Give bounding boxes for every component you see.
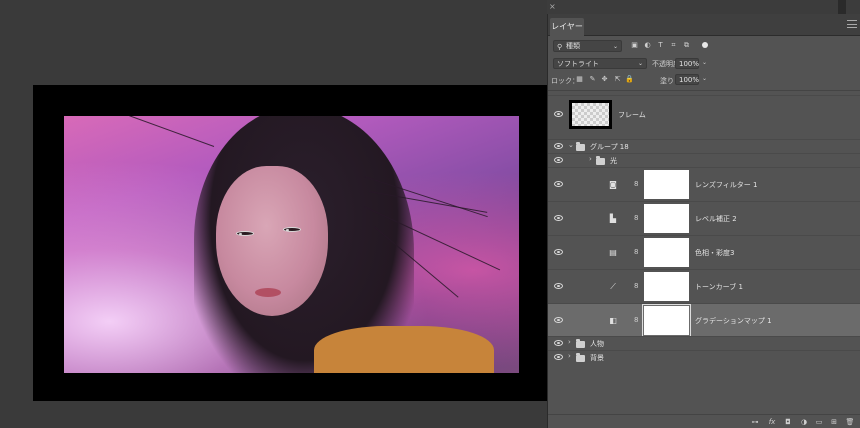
folder-icon [596, 156, 605, 165]
visibility-eye-icon[interactable] [554, 317, 563, 323]
visibility-eye-icon[interactable] [554, 111, 563, 117]
fill-field[interactable]: 100% [675, 74, 699, 85]
visibility-eye-icon[interactable] [554, 354, 563, 360]
layer-row-person[interactable]: › 人物 [548, 336, 860, 349]
new-layer-icon[interactable]: ⊞ [829, 417, 839, 427]
lock-row: ロック： ▦ ✎ ✥ ⇱ 🔒 塗り： 100% ⌄ [548, 74, 860, 88]
camera-filter-icon: ◙ [609, 180, 617, 189]
layer-row-frame[interactable]: フレーム [548, 95, 860, 132]
expand-chevron-icon[interactable]: ⌄ [568, 141, 574, 149]
visibility-eye-icon[interactable] [554, 249, 563, 255]
curves-icon: ⟋ [610, 282, 616, 291]
adjustment-filter-icon[interactable]: ◐ [643, 41, 652, 50]
layer-name[interactable]: グループ 18 [590, 142, 629, 152]
adjustment-icon[interactable]: ◑ [799, 417, 809, 427]
blend-mode-value: ソフトライト [557, 60, 599, 68]
layer-row-hue-saturation[interactable]: ▤ 8 色相・彩度3 [548, 235, 860, 268]
visibility-eye-icon[interactable] [554, 157, 563, 163]
filter-kind-label: 種類 [566, 42, 580, 50]
document-image [64, 116, 519, 373]
divider [548, 90, 860, 91]
layer-name[interactable]: フレーム [618, 110, 646, 120]
blend-mode-select[interactable]: ソフトライト ⌄ [553, 58, 647, 69]
link-icon[interactable]: ⊶ [750, 417, 760, 427]
panel-tabbar: レイヤー [548, 14, 860, 36]
visibility-eye-icon[interactable] [554, 283, 563, 289]
lock-position-icon[interactable]: ✥ [600, 75, 609, 84]
canvas-area[interactable] [0, 0, 547, 428]
layer-row-curves[interactable]: ⟋ 8 トーンカーブ 1 [548, 269, 860, 302]
collapse-chevron-icon[interactable]: › [568, 352, 571, 360]
filter-toggle-icon[interactable] [702, 42, 708, 48]
blend-row: ソフトライト ⌄ 不透明度： 100% ⌄ [548, 58, 860, 72]
layer-thumbnail [569, 100, 612, 129]
collapse-chevron-icon[interactable]: › [568, 338, 571, 346]
close-icon[interactable]: × [549, 2, 556, 11]
filter-row: ⚲ 種類 ⌄ ▣ ◐ T ⌗ ⧉ [548, 40, 860, 56]
mask-thumbnail[interactable] [644, 170, 689, 199]
layer-row-gradient-map[interactable]: ◧ 8 グラデーションマップ 1 [548, 303, 860, 337]
window-scrollbar[interactable] [838, 0, 846, 14]
mask-thumbnail[interactable] [644, 272, 689, 301]
mask-icon[interactable]: ◘ [783, 417, 793, 427]
panel-bottom-bar: ⊶ fx ◘ ◑ ▭ ⊞ 🗑 [548, 414, 860, 428]
lock-all-icon[interactable]: 🔒 [625, 75, 634, 84]
visibility-eye-icon[interactable] [554, 143, 563, 149]
smart-object-filter-icon[interactable]: ⧉ [682, 41, 691, 50]
gradient-map-icon: ◧ [609, 316, 617, 325]
layer-name[interactable]: レベル補正 2 [695, 214, 737, 224]
layer-row-levels[interactable]: ▙ 8 レベル補正 2 [548, 201, 860, 234]
levels-icon: ▙ [609, 214, 617, 223]
opacity-chevron-icon[interactable]: ⌄ [702, 59, 707, 66]
chevron-down-icon: ⌄ [637, 60, 643, 67]
link-icon[interactable]: 8 [634, 282, 638, 290]
chevron-down-icon: ⌄ [612, 43, 618, 50]
opacity-field[interactable]: 100% [675, 58, 699, 69]
layer-name[interactable]: レンズフィルター 1 [695, 180, 757, 190]
folder-icon [576, 142, 585, 151]
folder-icon [576, 353, 585, 362]
layer-name[interactable]: 背景 [590, 353, 604, 363]
layers-panel: レイヤー ⚲ 種類 ⌄ ▣ ◐ T ⌗ ⧉ ソフトライト ⌄ 不透明度： 100… [547, 14, 860, 428]
layer-name[interactable]: 光 [610, 156, 617, 166]
link-icon[interactable]: 8 [634, 248, 638, 256]
visibility-eye-icon[interactable] [554, 215, 563, 221]
lock-transparency-icon[interactable]: ▦ [575, 75, 584, 84]
fx-icon[interactable]: fx [767, 417, 777, 427]
layer-name[interactable]: グラデーションマップ 1 [695, 316, 772, 326]
filter-kind-select[interactable]: ⚲ 種類 ⌄ [553, 40, 622, 52]
shape-filter-icon[interactable]: ⌗ [669, 41, 678, 50]
layer-name[interactable]: トーンカーブ 1 [695, 282, 743, 292]
link-icon[interactable]: 8 [634, 316, 638, 324]
mask-thumbnail[interactable] [642, 304, 691, 337]
layer-row-group-18[interactable]: ⌄ グループ 18 [548, 139, 860, 152]
mask-thumbnail[interactable] [644, 204, 689, 233]
layer-name[interactable]: 色相・彩度3 [695, 248, 734, 258]
hue-saturation-icon: ▤ [609, 248, 617, 257]
mask-thumbnail[interactable] [644, 238, 689, 267]
visibility-eye-icon[interactable] [554, 181, 563, 187]
layer-row-lens-filter[interactable]: ◙ 8 レンズフィルター 1 [548, 167, 860, 200]
layer-row-background[interactable]: › 背景 [548, 350, 860, 363]
lock-artboard-icon[interactable]: ⇱ [613, 75, 622, 84]
image-filter-icon[interactable]: ▣ [630, 41, 639, 50]
folder-icon[interactable]: ▭ [814, 417, 824, 427]
trash-icon[interactable]: 🗑 [845, 417, 855, 427]
fill-chevron-icon[interactable]: ⌄ [702, 75, 707, 82]
panel-top-strip [547, 0, 860, 14]
layer-name[interactable]: 人物 [590, 339, 604, 349]
panel-menu-icon[interactable] [847, 20, 857, 28]
lock-pixels-icon[interactable]: ✎ [588, 75, 597, 84]
document-frame[interactable] [33, 85, 547, 401]
layer-row-light[interactable]: › 光 [548, 153, 860, 166]
visibility-eye-icon[interactable] [554, 340, 563, 346]
folder-icon [576, 339, 585, 348]
tab-layers[interactable]: レイヤー [550, 18, 584, 36]
search-icon: ⚲ [557, 43, 563, 51]
link-icon[interactable]: 8 [634, 180, 638, 188]
collapse-chevron-icon[interactable]: › [589, 155, 592, 163]
link-icon[interactable]: 8 [634, 214, 638, 222]
type-filter-icon[interactable]: T [656, 41, 665, 50]
